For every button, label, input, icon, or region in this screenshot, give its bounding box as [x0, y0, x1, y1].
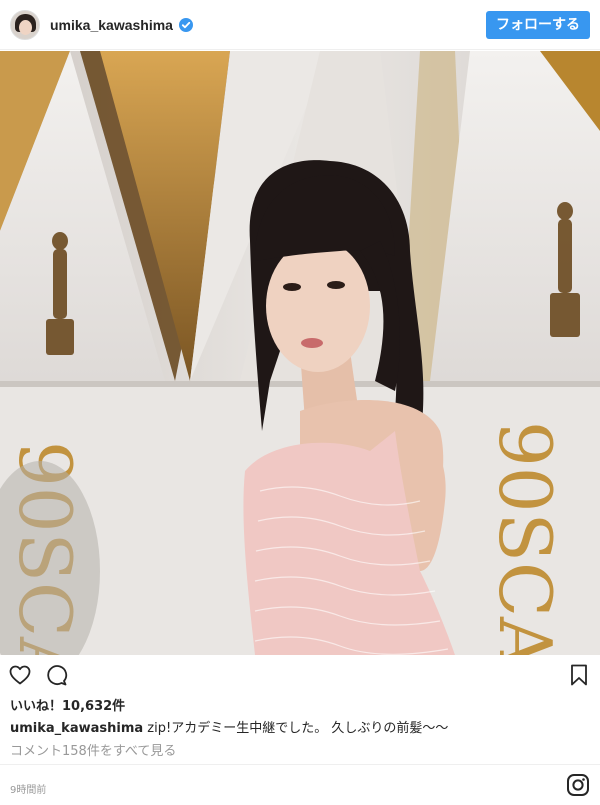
caption-username[interactable]: umika_kawashima: [10, 721, 143, 736]
post-timestamp: 9時間前: [10, 785, 47, 796]
divider: [0, 764, 600, 765]
bookmark-icon[interactable]: [568, 663, 590, 687]
post-header: umika_kawashima フォローする: [0, 0, 600, 50]
verified-badge-icon: [178, 17, 193, 32]
comment-icon[interactable]: [44, 663, 68, 687]
avatar[interactable]: [10, 9, 40, 40]
view-all-comments-link[interactable]: コメント158件をすべて見る: [10, 740, 176, 759]
oscars-logo-right: 90SCA: [483, 421, 567, 655]
username[interactable]: umika_kawashima: [50, 17, 173, 33]
heart-icon[interactable]: [8, 663, 32, 687]
instagram-icon[interactable]: [566, 773, 590, 797]
caption-text: zip!アカデミー生中継でした。 久しぶりの前髪〜〜: [147, 721, 449, 736]
caption: umika_kawashima zip!アカデミー生中継でした。 久しぶりの前髪…: [10, 717, 448, 736]
follow-button[interactable]: フォローする: [486, 11, 590, 39]
like-count[interactable]: いいね！10,632件: [10, 695, 125, 714]
post-photo[interactable]: 90SCA 90SCA: [0, 51, 600, 655]
action-bar: [0, 655, 600, 695]
